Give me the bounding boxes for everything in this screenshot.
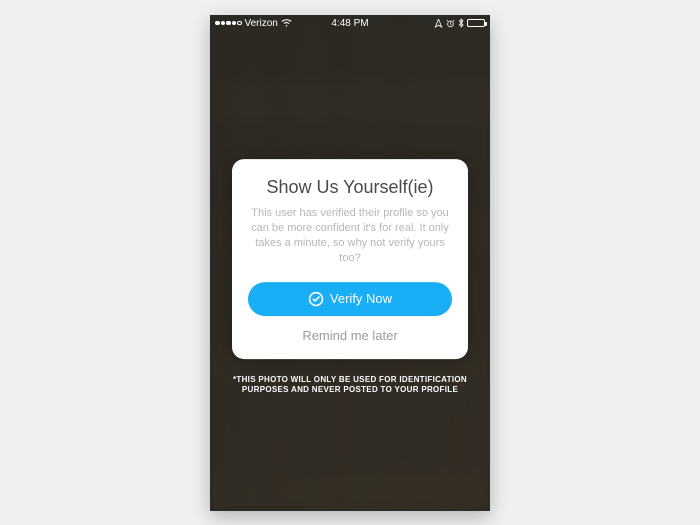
disclaimer-text: *THIS PHOTO WILL ONLY BE USED FOR IDENTI… bbox=[226, 375, 474, 397]
verify-dialog: Show Us Yourself(ie) This user has verif… bbox=[232, 159, 468, 358]
phone-frame: Verizon 4:48 PM Show Us Yourself(ie) Thi… bbox=[210, 15, 490, 511]
verify-now-label: Verify Now bbox=[330, 291, 392, 306]
battery-icon bbox=[467, 19, 485, 27]
dialog-title: Show Us Yourself(ie) bbox=[248, 177, 452, 198]
remind-later-button[interactable]: Remind me later bbox=[302, 326, 397, 343]
verify-now-button[interactable]: Verify Now bbox=[248, 282, 452, 316]
dialog-body: This user has verified their profile so … bbox=[248, 206, 452, 265]
check-circle-icon bbox=[308, 291, 324, 307]
status-bar: Verizon 4:48 PM bbox=[210, 15, 490, 32]
clock: 4:48 PM bbox=[210, 18, 490, 29]
